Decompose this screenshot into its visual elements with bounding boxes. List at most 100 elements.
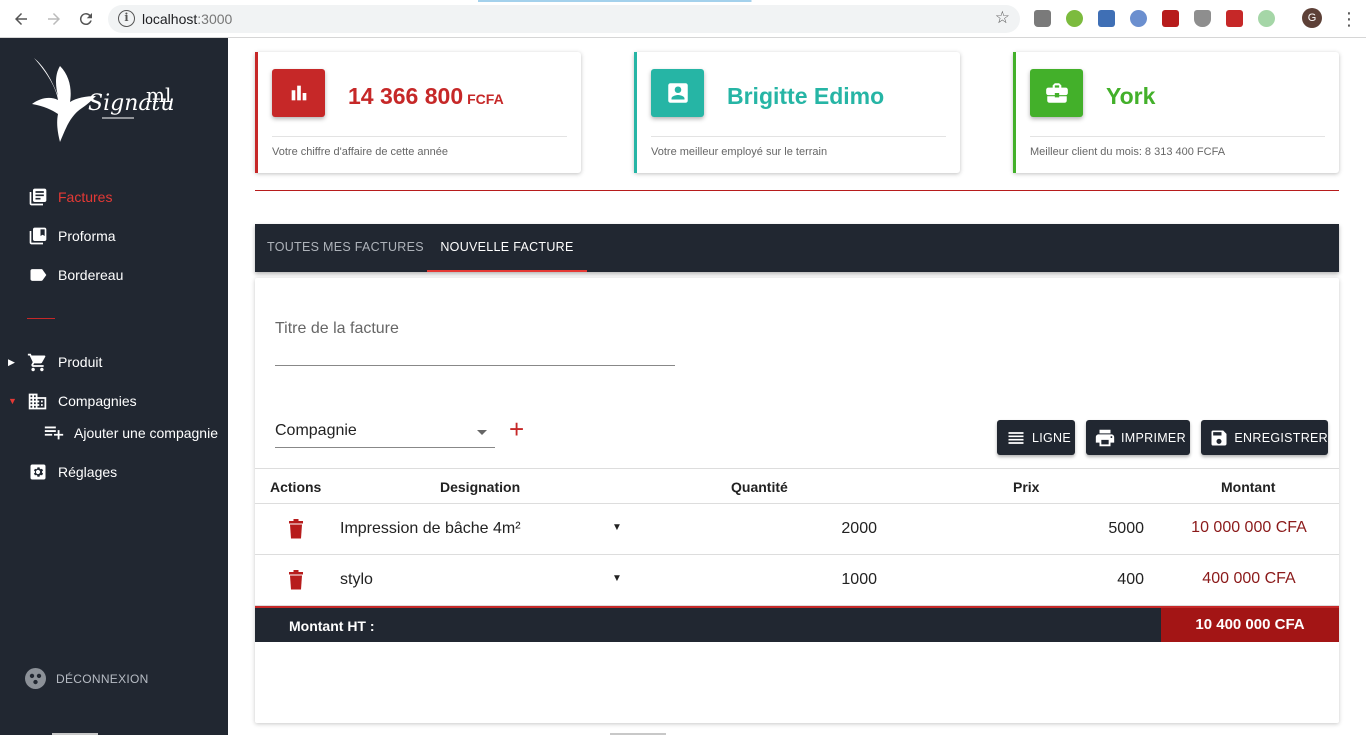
sidebar-item-label: Proforma [58,228,116,244]
extension-save-icon[interactable] [1098,10,1115,27]
tab-strip-accent [0,0,1366,2]
card-value-number: 14 366 800 [348,83,464,109]
card-divider [651,136,946,137]
sidebar-subitem-add-company[interactable]: Ajouter une compagnie [0,420,228,446]
sidebar-item-proforma[interactable]: Proforma [0,222,228,250]
total-value: 10 400 000 CFA [1161,608,1339,642]
browser-toolbar: i localhost:3000 ☆ G ⋮ [0,0,1366,38]
card-value: York [1106,83,1156,109]
extension-pdf-icon[interactable] [1162,10,1179,27]
row-quantite[interactable]: 2000 [841,520,877,538]
logout-button[interactable]: DÉCONNEXION [25,668,149,689]
sidebar-item-label: Factures [58,189,113,205]
info-icon[interactable]: i [118,10,135,27]
button-label: ENREGISTRER [1234,430,1328,445]
card-value-unit: FCFA [467,91,504,107]
sidebar-item-label: Compagnies [58,393,137,409]
column-header-designation: Designation [440,479,521,495]
sidebar-item-produit[interactable]: ▶ Produit [0,348,228,376]
row-prix[interactable]: 400 [1117,571,1144,589]
company-select[interactable]: Compagnie [275,422,495,448]
caret-right-icon: ▶ [8,356,15,367]
card-caption: Votre chiffre d'affaire de cette année [272,146,448,158]
tab-all-invoices[interactable]: TOUTES MES FACTURES [267,224,424,272]
invoices-icon [27,187,48,208]
sidebar-item-bordereau[interactable]: Bordereau [0,261,228,289]
svg-text:ml: ml [146,83,171,107]
card-edge [634,52,637,173]
extension-compass-icon[interactable] [1130,10,1147,27]
save-button[interactable]: ENREGISTRER [1201,420,1328,455]
table-header: Actions Designation Quantité Prix Montan… [255,468,1339,504]
extension-circle-icon[interactable] [1258,10,1275,27]
print-button[interactable]: IMPRIMER [1086,420,1190,455]
new-invoice-panel: Titre de la facture Compagnie + LIGNE IM… [255,278,1339,723]
row-designation[interactable]: stylo [340,571,373,589]
sidebar-subitem-label: Ajouter une compagnie [74,425,218,441]
extension-bag-icon[interactable] [1034,10,1051,27]
add-line-button[interactable]: LIGNE [997,420,1075,455]
total-label: Montant HT : [289,618,375,634]
print-icon [1094,427,1116,449]
column-header-quantite: Quantité [731,479,788,495]
reload-icon[interactable] [76,9,96,29]
sidebar-item-reglages[interactable]: Réglages [0,458,228,486]
extension-shield-icon[interactable] [1194,10,1211,27]
dropdown-arrow-icon [477,430,487,435]
browser-menu-icon[interactable]: ⋮ [1340,9,1358,30]
bookmark-star-icon[interactable]: ☆ [995,8,1010,28]
column-header-actions: Actions [270,479,322,495]
row-designation[interactable]: Impression de bâche 4m² [340,520,521,538]
caret-down-icon: ▼ [8,396,17,406]
row-montant: 10 000 000 CFA [1191,519,1307,536]
designation-dropdown-icon[interactable]: ▼ [612,573,622,584]
button-label: LIGNE [1032,430,1072,445]
main-content: 14 366 800 FCFA Votre chiffre d'affaire d… [52,38,1366,735]
cart-icon [27,352,48,373]
sidebar-item-compagnies[interactable]: ▼ Compagnies [0,387,228,415]
tab-bar: TOUTES MES FACTURES NOUVELLE FACTURE [255,224,1339,272]
app-logo: Signatu ml [30,52,180,144]
table-row: stylo ▼ 1000 400 400 000 CFA [255,555,1339,606]
card-caption: Meilleur client du mois: 8 313 400 FCFA [1030,146,1226,158]
library-icon [27,226,48,247]
button-label: IMPRIMER [1121,430,1186,445]
card-divider [1030,136,1325,137]
delete-icon[interactable] [288,519,304,544]
delete-icon[interactable] [288,570,304,595]
extension-node-icon[interactable] [1066,10,1083,27]
save-icon [1209,427,1229,449]
add-company-icon[interactable]: + [509,416,524,442]
settings-icon [27,462,48,483]
sidebar-item-label: Bordereau [58,267,124,283]
sidebar: Signatu ml Factures Proforma Bordereau ▶… [0,38,228,735]
row-prix[interactable]: 5000 [1108,520,1144,538]
url-port: :3000 [197,11,233,27]
tab-new-invoice[interactable]: NOUVELLE FACTURE [427,224,587,272]
card-value: Brigitte Edimo [727,83,885,109]
logout-icon [25,668,46,689]
row-quantite[interactable]: 1000 [841,571,877,589]
invoice-title-underline [275,365,675,366]
total-row: Montant HT : 10 400 000 CFA [255,606,1339,642]
extension-puzzle-icon[interactable] [1226,10,1243,27]
designation-dropdown-icon[interactable]: ▼ [612,522,622,533]
forward-icon[interactable] [44,9,64,29]
stat-card-employee: Brigitte Edimo Votre meilleur employé su… [634,52,960,173]
label-icon [27,265,48,286]
column-header-montant: Montant [1221,479,1276,495]
profile-avatar[interactable]: G [1302,8,1322,28]
company-select-value: Compagnie [275,422,357,439]
table-row: Impression de bâche 4m² ▼ 2000 5000 10 0… [255,504,1339,555]
playlist-add-icon [43,421,65,446]
invoice-title-input[interactable]: Titre de la facture [275,320,399,338]
sidebar-item-factures[interactable]: Factures [0,183,228,211]
back-icon[interactable] [11,9,31,29]
url-text[interactable]: localhost:3000 [142,11,232,27]
address-bar[interactable]: i localhost:3000 ☆ [108,5,1020,33]
list-icon [1005,427,1027,449]
url-host: localhost [142,11,198,27]
card-edge [1013,52,1016,173]
person-icon [651,69,704,117]
logout-label: DÉCONNEXION [56,671,149,686]
